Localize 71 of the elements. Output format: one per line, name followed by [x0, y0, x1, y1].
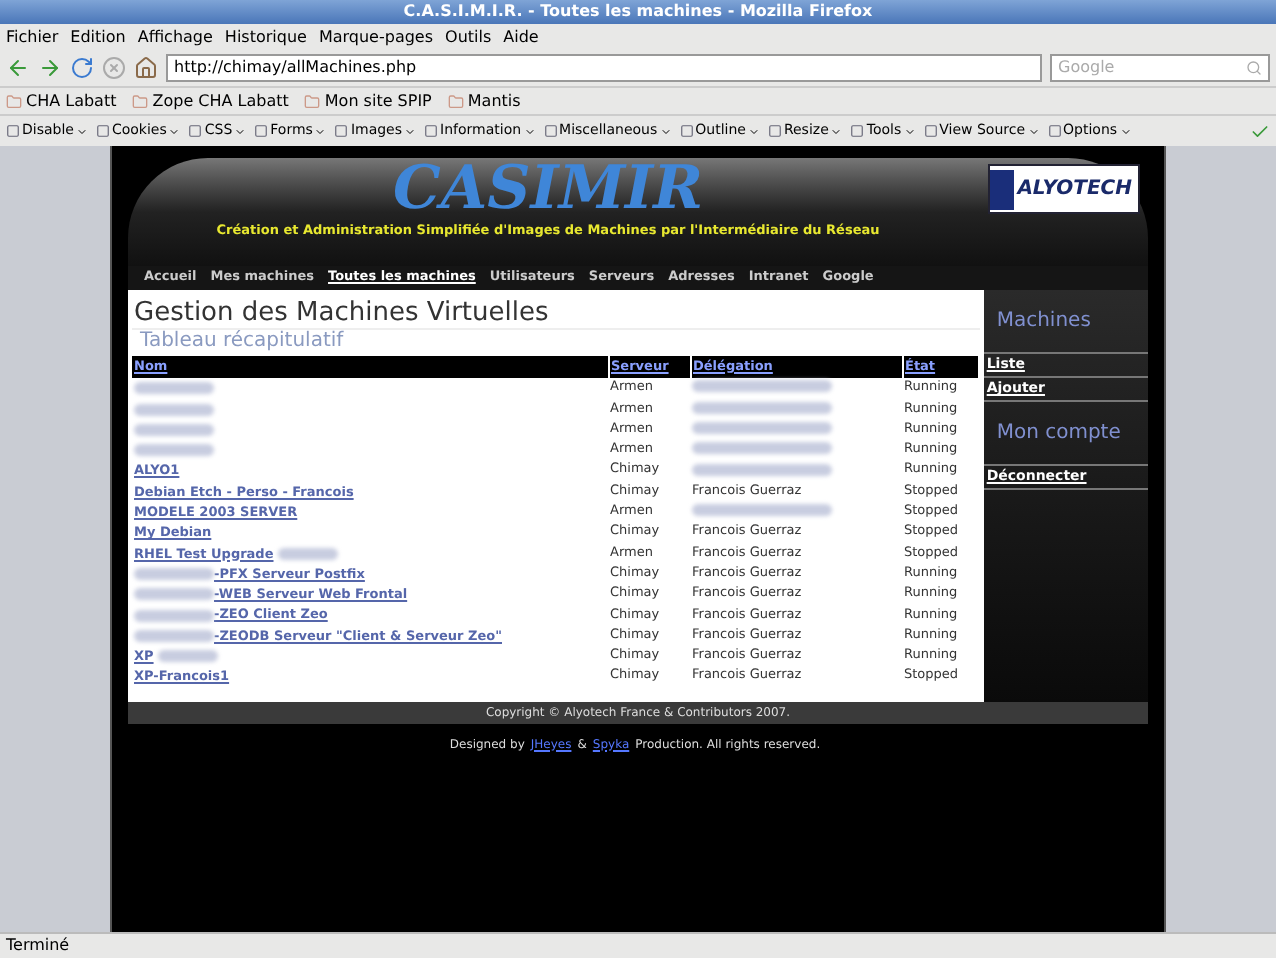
blurred-text	[692, 504, 832, 517]
square-icon	[767, 124, 782, 138]
caret-icon	[1027, 125, 1040, 137]
sidebar-title: Mon compte	[984, 402, 1148, 466]
blurred-text	[692, 442, 832, 455]
check-icon	[1250, 121, 1270, 141]
blurred-text	[692, 401, 832, 414]
bookmark-item[interactable]: Mon site SPIP	[304, 89, 432, 113]
blurred-text	[134, 444, 214, 457]
caret-icon	[747, 125, 760, 137]
caret-icon	[659, 125, 672, 137]
menu-item[interactable]: Marque-pages	[318, 25, 434, 49]
folder-icon	[447, 93, 464, 109]
site-logo: CASIMIR	[392, 158, 704, 222]
menu-item[interactable]: Affichage	[137, 25, 213, 49]
home-icon[interactable]	[134, 56, 158, 80]
caret-icon	[168, 125, 181, 137]
square-icon	[850, 124, 865, 138]
blurred-text	[134, 382, 214, 395]
square-icon	[254, 124, 269, 138]
reload-icon[interactable]	[70, 56, 94, 80]
bookmark-item[interactable]: CHA Labatt	[6, 89, 117, 113]
stop-icon[interactable]	[102, 56, 126, 80]
caret-icon	[830, 125, 843, 137]
bookmark-item[interactable]: Mantis	[447, 89, 521, 113]
caret-icon	[523, 125, 536, 137]
caret-icon	[234, 125, 247, 137]
sidebar-title: Machines	[984, 290, 1148, 354]
blurred-text	[134, 609, 214, 622]
square-icon	[424, 124, 439, 138]
status-bar: Terminé	[0, 932, 1276, 958]
caret-icon	[314, 125, 327, 137]
page-heading: Gestion des Machines Virtuelles	[132, 298, 551, 328]
square-icon	[679, 124, 694, 138]
folder-icon	[6, 93, 22, 109]
square-icon	[6, 124, 20, 138]
folder-icon	[304, 93, 321, 109]
square-icon	[95, 124, 110, 138]
blurred-text	[692, 422, 832, 435]
caret-icon	[404, 125, 417, 137]
url-field[interactable]: http://chimay/allMachines.php	[166, 54, 1042, 82]
square-icon	[1047, 124, 1062, 138]
blurred-text	[134, 403, 214, 416]
square-icon	[188, 124, 203, 138]
square-icon	[543, 124, 558, 138]
forward-icon[interactable]	[38, 56, 62, 80]
blurred-text	[134, 423, 214, 436]
partner-logo: ALYOTECH	[988, 164, 1140, 214]
menu-item[interactable]: Fichier	[6, 25, 59, 49]
blurred-text	[134, 629, 214, 642]
menu-item[interactable]: Outils	[445, 25, 492, 49]
folder-icon	[132, 93, 149, 109]
back-icon[interactable]	[6, 56, 30, 80]
page-subheading: Tableau récapitulatif	[132, 328, 981, 354]
blurred-text	[692, 380, 832, 393]
menu-item[interactable]: Aide	[503, 25, 539, 49]
blurred-text	[277, 547, 338, 560]
menu-item[interactable]: Historique	[224, 25, 307, 49]
menu-item[interactable]: Edition	[70, 25, 126, 49]
square-icon	[923, 124, 938, 138]
search-icon[interactable]	[1246, 60, 1262, 76]
blurred-text	[692, 463, 832, 476]
caret-icon	[75, 125, 88, 137]
blurred-text	[134, 568, 214, 581]
blurred-text	[134, 588, 214, 601]
blurred-text	[157, 650, 218, 663]
caret-icon	[903, 125, 916, 137]
square-icon	[334, 124, 349, 138]
title-bar: C.A.S.I.M.I.R. - Toutes les machines - Mozilla Firefox	[0, 0, 1276, 24]
bookmark-item[interactable]: Zope CHA Labatt	[132, 89, 289, 113]
caret-icon	[1119, 125, 1132, 137]
